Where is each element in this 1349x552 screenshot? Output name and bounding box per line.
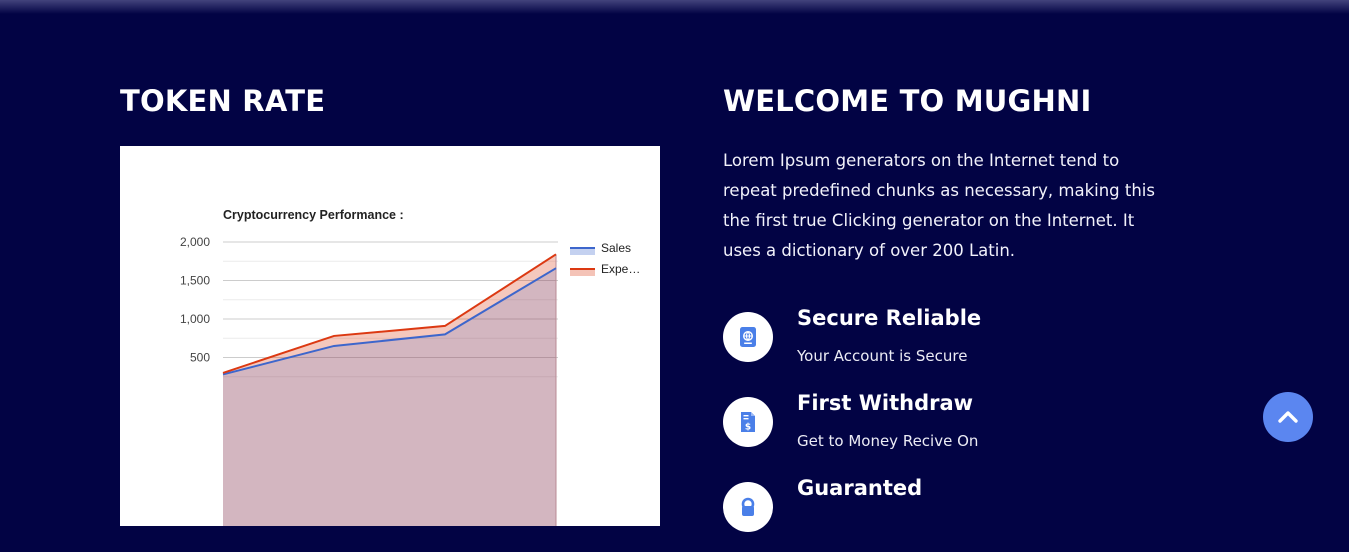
feature-secure-reliable: Secure Reliable Your Account is Secure: [723, 312, 1223, 382]
legend-label: Expe…: [601, 262, 640, 276]
legend-swatch: [570, 248, 595, 255]
feature-subtitle: Your Account is Secure: [797, 347, 967, 365]
feature-icon-badge: [723, 312, 773, 362]
feature-title: First Withdraw: [797, 391, 973, 415]
y-axis-ticks: 2,000 1,500 1,000 500: [180, 235, 210, 365]
passport-icon: [736, 325, 760, 349]
feature-title: Guaranted: [797, 476, 922, 500]
y-tick-label: 1,500: [180, 274, 210, 288]
legend-swatch: [570, 269, 595, 276]
y-tick-label: 1,000: [180, 312, 210, 326]
feature-icon-badge: $: [723, 397, 773, 447]
feature-first-withdraw: $ First Withdraw Get to Money Recive On: [723, 397, 1223, 467]
token-rate-chart: Cryptocurrency Performance : 2,000 1,500 1…: [120, 146, 660, 526]
area-sales: [223, 268, 556, 526]
lock-icon: [736, 495, 760, 519]
chart-title: Cryptocurrency Performance :: [223, 208, 404, 222]
chart-legend: Sales Expe…: [570, 241, 640, 276]
token-rate-title: TOKEN RATE: [120, 84, 325, 118]
legend-label: Sales: [601, 241, 631, 255]
invoice-dollar-icon: $: [736, 410, 760, 434]
welcome-intro: Lorem Ipsum generators on the Internet t…: [723, 146, 1173, 266]
welcome-title: WELCOME TO MUGHNI: [723, 84, 1091, 118]
feature-icon-badge: [723, 482, 773, 532]
feature-subtitle: Get to Money Recive On: [797, 432, 978, 450]
feature-guaranted: Guaranted: [723, 482, 1223, 552]
scroll-to-top-button[interactable]: [1263, 392, 1313, 442]
svg-text:$: $: [745, 423, 751, 433]
chevron-up-icon: [1276, 405, 1300, 429]
y-tick-label: 2,000: [180, 235, 210, 249]
y-tick-label: 500: [190, 351, 210, 365]
chart-areas: [223, 254, 556, 526]
feature-title: Secure Reliable: [797, 306, 981, 330]
header-shadow: [0, 0, 1349, 14]
chart-canvas: Cryptocurrency Performance : 2,000 1,500 1…: [120, 146, 660, 526]
